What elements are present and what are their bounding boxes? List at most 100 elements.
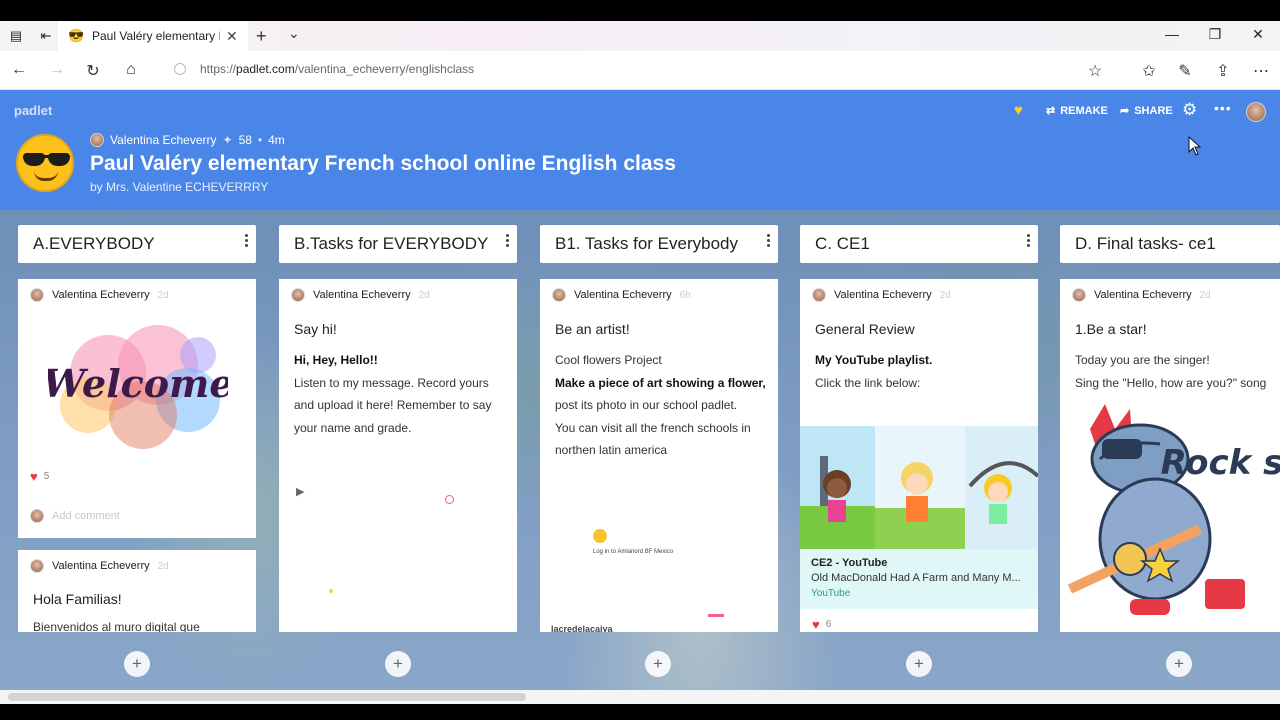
restore-icon[interactable]: ❐ xyxy=(1205,26,1225,43)
share-icon[interactable]: ⇪ xyxy=(1212,61,1234,81)
author-name: Valentina Echeverry xyxy=(313,289,411,301)
padlet-logo[interactable]: padlet xyxy=(14,103,52,118)
cut-off-text: lacredelacaiya xyxy=(551,624,613,632)
author-avatar[interactable] xyxy=(90,133,104,147)
screen-top-strip xyxy=(0,0,1280,21)
scrollbar-thumb[interactable] xyxy=(8,693,526,701)
likes-star-icon: ✦ xyxy=(222,133,233,147)
post-age: 2d xyxy=(418,289,430,301)
heart-icon: ♥ xyxy=(30,469,38,484)
add-post-button[interactable]: + xyxy=(906,651,932,677)
minimize-icon[interactable]: — xyxy=(1162,26,1182,42)
post-age: 2d xyxy=(939,289,951,301)
add-post-button[interactable]: + xyxy=(645,651,671,677)
author-name: Valentina Echeverry xyxy=(52,289,150,301)
column-menu-icon[interactable] xyxy=(1027,234,1031,252)
gear-icon[interactable]: ⚙ xyxy=(1182,100,1197,120)
like-button[interactable]: ♥ 6 xyxy=(812,617,831,632)
post-card[interactable]: Valentina Echeverry 2d General Review My… xyxy=(800,279,1038,632)
new-tab-icon[interactable]: + xyxy=(256,26,267,47)
pen-icon[interactable]: ✎ xyxy=(1174,61,1196,81)
author-name: Valentina Echeverry xyxy=(52,560,150,572)
url-domain: padlet.com xyxy=(236,62,295,76)
share-arrow-icon: ➦ xyxy=(1120,105,1130,117)
column-a: A.EVERYBODY xyxy=(18,225,256,263)
browser-window: ▤ ⇤ 😎 Paul Valéry elementary I ✕ + ⌄ — ❐… xyxy=(0,0,1280,720)
audio-recorder-dot xyxy=(445,495,454,504)
decorative-dot xyxy=(329,589,333,593)
tab-padlet[interactable]: 😎 Paul Valéry elementary I ✕ xyxy=(58,21,248,51)
column-menu-icon[interactable] xyxy=(506,234,510,252)
column-c: C. CE1 xyxy=(800,225,1038,263)
add-post-button[interactable]: + xyxy=(1166,651,1192,677)
post-author: Valentina Echeverry 2d xyxy=(812,288,951,302)
post-card[interactable]: Valentina Echeverry 6h Be an artist! Coo… xyxy=(540,279,778,632)
arrow-left-icon[interactable]: ← xyxy=(8,61,30,79)
post-body-line: Sing the "Hello, how are you?" song xyxy=(1075,375,1267,390)
login-preview-logo-icon xyxy=(593,529,607,543)
post-body: Bienvenidos al muro digital que xyxy=(33,620,200,632)
add-post-button[interactable]: + xyxy=(385,651,411,677)
link-preview[interactable]: CE2 - YouTube Old MacDonald Had A Farm a… xyxy=(800,549,1038,609)
author-name: Valentina Echeverry xyxy=(1094,289,1192,301)
post-card[interactable]: Valentina Echeverry 2d Welcome ♥ 5 Add c… xyxy=(18,279,256,538)
url-path: /valentina_echeverry/englishclass xyxy=(294,62,475,76)
arrow-right-icon[interactable]: → xyxy=(46,61,68,79)
rock-star-dinosaur-image[interactable]: Rock star xyxy=(1060,399,1280,632)
author-avatar xyxy=(30,559,44,573)
user-avatar[interactable] xyxy=(1246,102,1266,122)
column-title: B.Tasks for EVERYBODY xyxy=(294,234,489,253)
post-body: Today you are the singer! Sing the "Hell… xyxy=(1075,349,1280,394)
chevron-down-icon[interactable]: ⌄ xyxy=(288,25,300,42)
add-comment-placeholder: Add comment xyxy=(52,510,120,522)
post-card[interactable]: Valentina Echeverry 2d Say hi! Hi, Hey, … xyxy=(279,279,517,632)
padlet-byline: by Mrs. Valentine ECHEVERRRY xyxy=(90,180,269,194)
set-tabs-aside-icon[interactable]: ⇤ xyxy=(38,28,54,44)
welcome-image[interactable]: Welcome xyxy=(48,315,228,455)
author-avatar xyxy=(1072,288,1086,302)
tab-actions-icon[interactable]: ▤ xyxy=(8,28,24,44)
column-menu-icon[interactable] xyxy=(245,234,249,252)
login-preview-text[interactable]: Log in to Amlanord BF Mexico xyxy=(593,549,673,555)
favorites-icon[interactable]: ✩ xyxy=(1138,61,1160,81)
add-post-button[interactable]: + xyxy=(124,651,150,677)
share-button[interactable]: ➦ SHARE xyxy=(1120,104,1173,118)
link-source: YouTube xyxy=(811,588,851,599)
column-title: D. Final tasks- ce1 xyxy=(1075,234,1216,253)
author-avatar xyxy=(291,288,305,302)
more-dots-icon[interactable]: ••• xyxy=(1214,100,1232,116)
refresh-icon[interactable]: ↻ xyxy=(82,61,104,81)
column-title: C. CE1 xyxy=(815,234,870,253)
heart-icon[interactable]: ♥ xyxy=(1014,102,1023,119)
column-header: B1. Tasks for Everybody xyxy=(540,225,778,263)
author-avatar xyxy=(30,288,44,302)
post-card[interactable]: Valentina Echeverry 2d 1.Be a star! Toda… xyxy=(1060,279,1280,632)
horizontal-scrollbar[interactable] xyxy=(0,690,1280,704)
more-icon[interactable]: ⋯ xyxy=(1250,61,1272,81)
like-button[interactable]: ♥ 5 xyxy=(30,469,49,484)
home-icon[interactable]: ⌂ xyxy=(120,61,142,79)
like-count: 5 xyxy=(43,471,50,482)
preview-button-mark xyxy=(708,614,724,617)
play-icon[interactable]: ▶ xyxy=(296,485,304,498)
sunglasses-emoji-icon xyxy=(16,134,74,192)
tab-title: Paul Valéry elementary I xyxy=(92,29,220,43)
post-age: 2d xyxy=(157,289,169,301)
post-age: 2d xyxy=(157,560,169,572)
remake-button[interactable]: ⇄ REMAKE xyxy=(1046,104,1108,118)
post-title: Say hi! xyxy=(294,321,337,337)
youtube-thumbnail-image[interactable] xyxy=(800,426,1038,550)
column-menu-icon[interactable] xyxy=(767,234,771,252)
rock-star-text: Rock star xyxy=(1161,443,1280,483)
close-tab-icon[interactable]: ✕ xyxy=(226,28,238,45)
post-body-text: post its photo in our school padlet. xyxy=(555,398,738,412)
close-window-icon[interactable]: ✕ xyxy=(1248,26,1268,43)
author-name[interactable]: Valentina Echeverry xyxy=(110,133,217,147)
column-title: B1. Tasks for Everybody xyxy=(555,234,738,253)
add-comment-field[interactable]: Add comment xyxy=(30,509,120,523)
post-card[interactable]: Valentina Echeverry 2d Hola Familias! Bi… xyxy=(18,550,256,632)
url-field[interactable]: https:// padlet.com /valentina_echeverry… xyxy=(174,62,474,76)
star-icon[interactable]: ☆ xyxy=(1084,61,1106,81)
post-title: Be an artist! xyxy=(555,321,630,337)
post-body-text: Click the link below: xyxy=(815,375,921,390)
